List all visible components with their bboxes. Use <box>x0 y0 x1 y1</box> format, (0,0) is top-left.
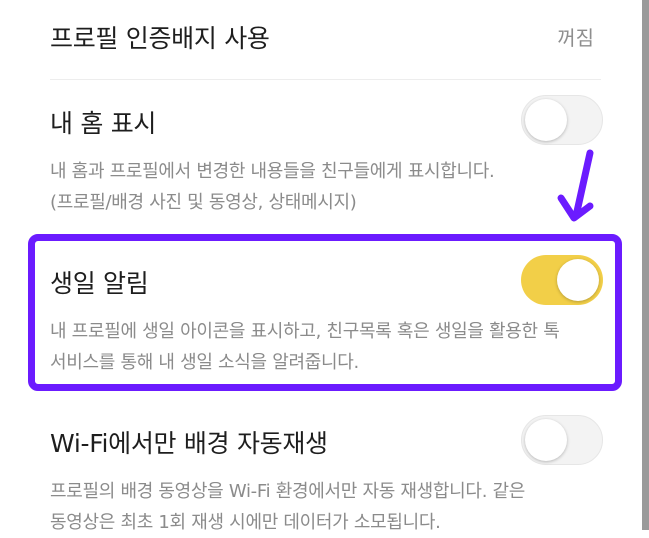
home-display-desc-line2: (프로필/배경 사진 및 동영상, 상태메시지) <box>50 192 357 213</box>
wifi-desc-line2: 동영상은 최초 1회 재생 시에만 데이터가 소모됩니다. <box>50 512 441 533</box>
arrow-down-icon <box>557 149 594 222</box>
home-display-toggle[interactable] <box>521 95 603 145</box>
toggle-knob <box>525 99 567 141</box>
badge-setting-value[interactable]: 꺼짐 <box>557 22 594 51</box>
home-display-description: 내 홈과 프로필에서 변경한 내용들을 친구들에게 표시합니다. (프로필/배경… <box>50 156 605 218</box>
home-display-title: 내 홈 표시 <box>50 109 157 138</box>
badge-setting-title[interactable]: 프로필 인증배지 사용 <box>50 19 270 55</box>
wifi-desc-line1: 프로필의 배경 동영상을 Wi-Fi 환경에서만 자동 재생합니다. 같은 <box>50 481 526 502</box>
wifi-autoplay-title: Wi-Fi에서만 배경 자동재생 <box>50 429 328 458</box>
divider <box>50 79 601 80</box>
toggle-knob <box>525 419 567 461</box>
wifi-autoplay-description: 프로필의 배경 동영상을 Wi-Fi 환경에서만 자동 재생합니다. 같은 동영… <box>50 476 605 538</box>
home-display-desc-line1: 내 홈과 프로필에서 변경한 내용들을 친구들에게 표시합니다. <box>50 161 495 182</box>
wifi-autoplay-toggle[interactable] <box>521 415 603 465</box>
scrollbar[interactable] <box>642 0 649 530</box>
annotation-highlight-box <box>28 234 622 391</box>
